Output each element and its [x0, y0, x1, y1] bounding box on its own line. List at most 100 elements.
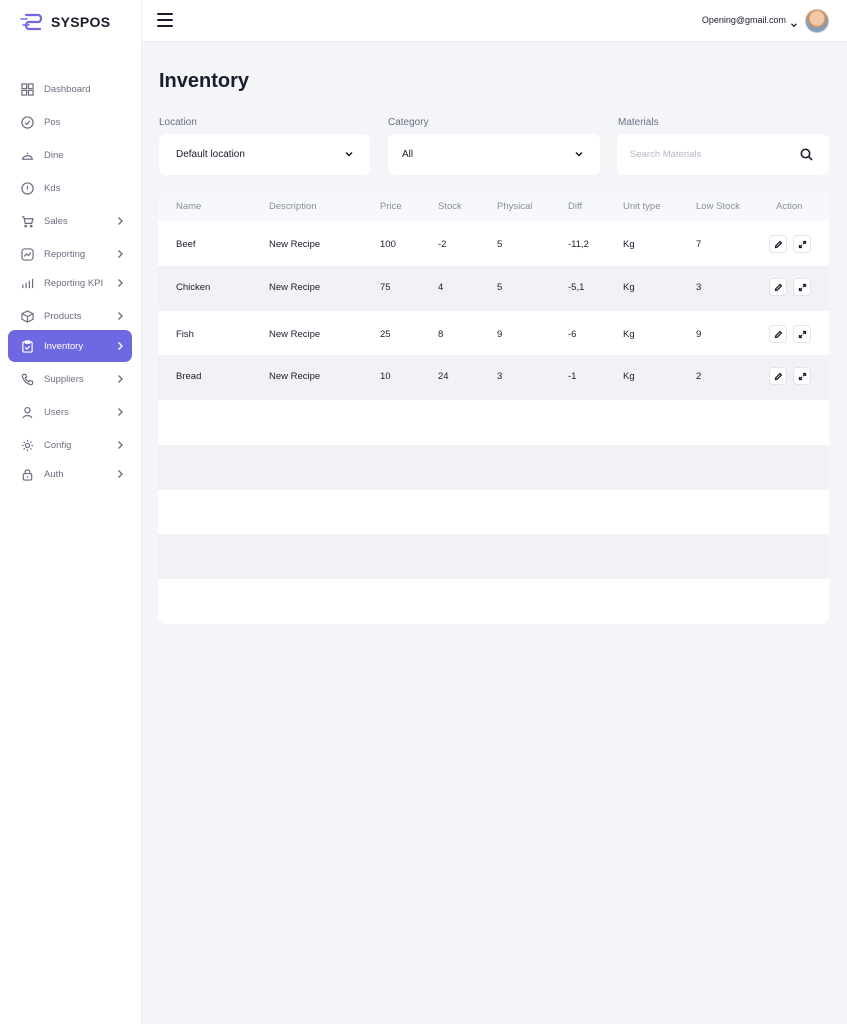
info-circle-icon	[20, 181, 34, 195]
sidebar-item-label: Products	[44, 310, 82, 322]
cell-price: 100	[380, 239, 396, 250]
bar-chart-icon	[20, 276, 34, 290]
column-header[interactable]: Physical	[497, 201, 532, 212]
sidebar-item-products[interactable]: Products	[8, 305, 132, 327]
column-header[interactable]: Diff	[568, 201, 582, 212]
location-label: Location	[159, 117, 197, 128]
sidebar-item-dashboard[interactable]: Dashboard	[8, 78, 132, 100]
user-email[interactable]: Opening@gmail.com	[702, 15, 786, 25]
brand-name: SYSPOS	[51, 14, 111, 30]
avatar[interactable]	[805, 9, 829, 33]
chevron-right-icon	[116, 407, 124, 417]
cell-price: 25	[380, 329, 391, 340]
cell-description: New Recipe	[269, 239, 321, 250]
cell-name: Fish	[176, 329, 194, 340]
sidebar-item-label: Users	[44, 406, 69, 418]
cell-stock: 24	[438, 371, 449, 382]
page-title: Inventory	[159, 70, 250, 92]
expand-icon	[798, 240, 806, 248]
materials-label: Materials	[618, 117, 659, 128]
sidebar-item-auth[interactable]: Auth	[8, 463, 132, 485]
column-header[interactable]: Description	[269, 201, 317, 212]
menu-icon[interactable]	[157, 13, 173, 27]
sidebar-item-config[interactable]: Config	[8, 434, 132, 456]
sidebar-item-dine[interactable]: Dine	[8, 144, 132, 166]
cell-unit: Kg	[623, 371, 635, 382]
sidebar-item-label: Suppliers	[44, 373, 84, 385]
search-icon[interactable]	[800, 148, 813, 161]
cell-unit: Kg	[623, 282, 635, 293]
cell-description: New Recipe	[269, 282, 321, 293]
pencil-icon	[774, 330, 782, 338]
table-row[interactable]: Chicken New Recipe 75 4 5 -5,1 Kg 3	[158, 266, 829, 311]
category-label: Category	[388, 117, 429, 128]
column-header[interactable]: Price	[380, 201, 402, 212]
sidebar-item-kds[interactable]: Kds	[8, 177, 132, 199]
pencil-icon	[774, 240, 782, 248]
chevron-down-icon[interactable]	[790, 16, 798, 28]
expand-button[interactable]	[793, 325, 811, 343]
cell-description: New Recipe	[269, 371, 321, 382]
cell-stock: 8	[438, 329, 444, 340]
inventory-table: Name Description Price Stock Physical Di…	[158, 193, 829, 624]
table-row[interactable]: Bread New Recipe 10 24 3 -1 Kg 2	[158, 355, 829, 400]
table-row[interactable]: Fish New Recipe 25 8 9 -6 Kg 9	[158, 311, 829, 355]
column-header[interactable]: Unit type	[623, 201, 661, 212]
column-header[interactable]: Name	[176, 201, 201, 212]
edit-button[interactable]	[769, 325, 787, 343]
sidebar-item-suppliers[interactable]: Suppliers	[8, 368, 132, 390]
expand-icon	[798, 330, 806, 338]
sidebar-item-label: Pos	[44, 116, 61, 128]
search-input[interactable]	[630, 149, 780, 160]
table-row[interactable]: Beef New Recipe 100 -2 5 -11,2 Kg 7	[158, 222, 829, 266]
location-value: Default location	[176, 149, 245, 160]
cell-physical: 5	[497, 282, 503, 293]
gear-icon	[20, 438, 34, 452]
cell-unit: Kg	[623, 329, 635, 340]
materials-search-box[interactable]	[617, 134, 829, 175]
sidebar-item-label: Dashboard	[44, 83, 91, 95]
cell-name: Chicken	[176, 282, 211, 293]
chevron-right-icon	[116, 440, 124, 450]
location-select[interactable]: Default location	[159, 134, 370, 175]
sidebar-item-reporting[interactable]: Reporting	[8, 243, 132, 265]
sidebar-item-label: Kds	[44, 182, 61, 194]
sidebar-item-label: Sales	[44, 215, 68, 227]
expand-button[interactable]	[793, 278, 811, 296]
edit-button[interactable]	[769, 367, 787, 385]
cell-name: Bread	[176, 371, 202, 382]
sidebar-item-reporting-kpi[interactable]: Reporting KPI	[8, 272, 132, 294]
pencil-icon	[774, 372, 782, 380]
clipboard-icon	[20, 339, 34, 353]
sidebar-item-label: Inventory	[44, 340, 84, 352]
column-header[interactable]: Low Stock	[696, 201, 740, 212]
sidebar-item-users[interactable]: Users	[8, 401, 132, 423]
category-value: All	[402, 149, 414, 160]
cell-price: 75	[380, 282, 391, 293]
expand-button[interactable]	[793, 367, 811, 385]
empty-row	[158, 445, 829, 490]
sidebar-item-sales[interactable]: Sales	[8, 210, 132, 232]
sidebar-item-pos[interactable]: Pos	[8, 111, 132, 133]
cell-diff: -1	[568, 371, 577, 382]
column-header: Action	[776, 201, 803, 212]
cell-stock: -2	[438, 239, 447, 250]
cell-diff: -11,2	[568, 239, 589, 250]
edit-button[interactable]	[769, 278, 787, 296]
expand-button[interactable]	[793, 235, 811, 253]
sidebar-item-inventory[interactable]: Inventory	[8, 330, 132, 362]
edit-button[interactable]	[769, 235, 787, 253]
brand-logo[interactable]: SYSPOS	[20, 11, 110, 33]
empty-row	[158, 400, 829, 445]
sidebar: SYSPOS Dashboard Pos Dine Kds Sales Repo…	[0, 0, 142, 1024]
pencil-icon	[774, 283, 782, 291]
chevron-right-icon	[116, 469, 124, 479]
column-header[interactable]: Stock	[438, 201, 462, 212]
chevron-down-icon	[574, 149, 584, 159]
cell-unit: Kg	[623, 239, 635, 250]
expand-icon	[798, 283, 806, 291]
chevron-right-icon	[116, 311, 124, 321]
cell-diff: -5,1	[568, 282, 585, 293]
category-select[interactable]: All	[388, 134, 600, 175]
cell-low-stock: 3	[696, 282, 702, 293]
